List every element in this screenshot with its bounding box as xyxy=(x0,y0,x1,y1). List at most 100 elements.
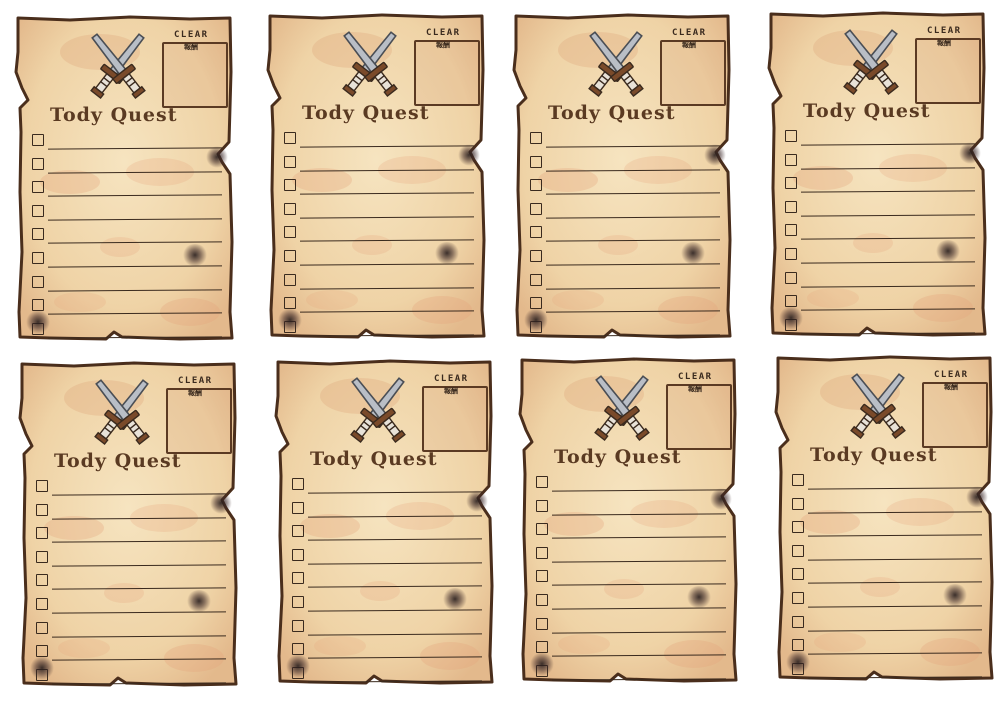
task-line[interactable] xyxy=(307,632,483,636)
task-checkbox[interactable] xyxy=(536,617,548,630)
task-checkbox[interactable] xyxy=(292,478,304,490)
task-checkbox[interactable] xyxy=(284,179,296,192)
task-checkbox[interactable] xyxy=(32,181,44,194)
task-line[interactable] xyxy=(800,214,976,217)
task-checkbox[interactable] xyxy=(785,153,797,166)
task-line[interactable] xyxy=(51,540,227,543)
task-checkbox[interactable] xyxy=(284,202,296,215)
task-checkbox[interactable] xyxy=(792,592,804,604)
task-checkbox[interactable] xyxy=(536,546,548,559)
task-line[interactable] xyxy=(800,190,976,193)
task-line[interactable] xyxy=(299,145,475,148)
task-checkbox[interactable] xyxy=(530,250,542,262)
task-line[interactable] xyxy=(551,654,727,657)
task-checkbox[interactable] xyxy=(530,132,542,144)
task-checkbox[interactable] xyxy=(292,548,304,561)
task-line[interactable] xyxy=(51,516,227,520)
task-line[interactable] xyxy=(807,510,983,514)
task-line[interactable] xyxy=(545,168,721,172)
task-line[interactable] xyxy=(807,487,983,490)
task-line[interactable] xyxy=(545,286,721,290)
task-checkbox[interactable] xyxy=(785,248,797,260)
task-checkbox[interactable] xyxy=(530,202,542,215)
task-line[interactable] xyxy=(47,170,223,174)
task-checkbox[interactable] xyxy=(292,572,304,585)
task-line[interactable] xyxy=(807,558,983,561)
task-checkbox[interactable] xyxy=(292,501,304,514)
task-checkbox[interactable] xyxy=(284,226,296,239)
task-line[interactable] xyxy=(299,310,475,313)
task-line[interactable] xyxy=(800,143,976,146)
task-checkbox[interactable] xyxy=(785,224,797,237)
task-line[interactable] xyxy=(307,656,483,659)
task-line[interactable] xyxy=(307,491,483,494)
task-checkbox[interactable] xyxy=(284,273,296,286)
task-line[interactable] xyxy=(800,166,976,170)
task-checkbox[interactable] xyxy=(792,568,804,581)
task-checkbox[interactable] xyxy=(785,200,797,213)
task-line[interactable] xyxy=(545,334,721,337)
task-checkbox[interactable] xyxy=(792,497,804,510)
task-line[interactable] xyxy=(299,286,475,290)
task-line[interactable] xyxy=(51,658,227,661)
task-checkbox[interactable] xyxy=(36,598,48,610)
task-line[interactable] xyxy=(47,288,223,292)
task-checkbox[interactable] xyxy=(32,157,44,170)
task-checkbox[interactable] xyxy=(32,275,44,288)
task-line[interactable] xyxy=(807,628,983,632)
task-line[interactable] xyxy=(51,493,227,496)
task-line[interactable] xyxy=(551,512,727,516)
task-line[interactable] xyxy=(807,652,983,655)
task-checkbox[interactable] xyxy=(792,521,804,534)
task-checkbox[interactable] xyxy=(792,474,804,486)
task-line[interactable] xyxy=(800,332,976,335)
task-checkbox[interactable] xyxy=(284,250,296,262)
task-line[interactable] xyxy=(551,560,727,563)
task-checkbox[interactable] xyxy=(36,527,48,540)
task-line[interactable] xyxy=(545,192,721,195)
task-checkbox[interactable] xyxy=(785,177,797,190)
task-line[interactable] xyxy=(800,308,976,311)
task-checkbox[interactable] xyxy=(530,273,542,286)
task-line[interactable] xyxy=(47,218,223,221)
task-checkbox[interactable] xyxy=(536,523,548,536)
task-checkbox[interactable] xyxy=(284,155,296,168)
task-checkbox[interactable] xyxy=(536,570,548,583)
task-checkbox[interactable] xyxy=(36,480,48,492)
task-line[interactable] xyxy=(307,680,483,683)
task-checkbox[interactable] xyxy=(284,132,296,144)
task-line[interactable] xyxy=(807,676,983,679)
task-checkbox[interactable] xyxy=(536,594,548,606)
task-checkbox[interactable] xyxy=(32,134,44,146)
task-checkbox[interactable] xyxy=(32,252,44,264)
task-checkbox[interactable] xyxy=(536,476,548,488)
task-checkbox[interactable] xyxy=(792,615,804,628)
task-line[interactable] xyxy=(47,336,223,339)
task-checkbox[interactable] xyxy=(530,226,542,239)
task-line[interactable] xyxy=(800,284,976,288)
task-checkbox[interactable] xyxy=(292,596,304,608)
task-checkbox[interactable] xyxy=(785,130,797,142)
task-line[interactable] xyxy=(545,310,721,313)
task-line[interactable] xyxy=(47,194,223,197)
task-checkbox[interactable] xyxy=(292,619,304,632)
task-checkbox[interactable] xyxy=(536,499,548,512)
task-line[interactable] xyxy=(299,216,475,219)
task-line[interactable] xyxy=(551,489,727,492)
task-checkbox[interactable] xyxy=(530,155,542,168)
task-line[interactable] xyxy=(299,334,475,337)
task-checkbox[interactable] xyxy=(36,621,48,634)
task-line[interactable] xyxy=(551,630,727,634)
task-checkbox[interactable] xyxy=(530,179,542,192)
task-line[interactable] xyxy=(51,564,227,567)
task-checkbox[interactable] xyxy=(36,574,48,587)
task-checkbox[interactable] xyxy=(32,204,44,217)
task-checkbox[interactable] xyxy=(32,228,44,241)
task-checkbox[interactable] xyxy=(36,503,48,516)
task-line[interactable] xyxy=(307,562,483,565)
task-checkbox[interactable] xyxy=(792,544,804,557)
task-line[interactable] xyxy=(307,514,483,518)
task-line[interactable] xyxy=(551,678,727,681)
task-line[interactable] xyxy=(299,168,475,172)
task-line[interactable] xyxy=(807,534,983,537)
